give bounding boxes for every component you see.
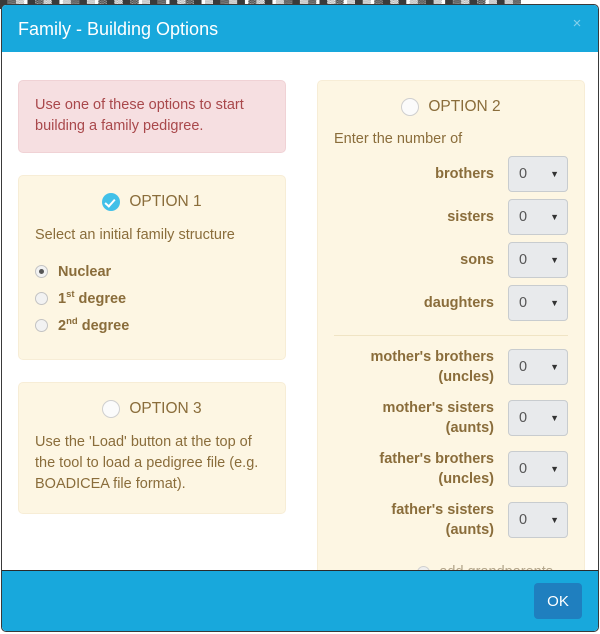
select-sons[interactable]: 0 ▼ [508,242,568,278]
family-structure-radio-group: Nuclear 1st degree 2nd degree [35,258,269,339]
label-daughters: daughters [423,295,494,311]
dialog-footer: OK [2,570,598,631]
dialog-body: Use one of these options to start buildi… [2,52,598,595]
option1-label: OPTION 1 [129,193,202,210]
field-row-sons: sons 0 ▼ [334,242,568,278]
select-sisters[interactable]: 0 ▼ [508,199,568,235]
select-fathers-sisters[interactable]: 0 ▼ [508,502,568,538]
chevron-down-icon: ▼ [550,463,559,474]
option3-header: OPTION 3 [35,399,269,419]
option2-header: OPTION 2 [334,97,568,117]
chevron-down-icon: ▼ [550,412,559,423]
empty-circle-icon[interactable] [102,400,121,418]
chevron-down-icon: ▼ [550,297,559,308]
info-alert: Use one of these options to start buildi… [18,80,286,153]
field-row-brothers: brothers 0 ▼ [334,156,568,192]
field-row-fathers-sisters: father's sisters (aunts) 0 ▼ [334,500,568,540]
field-row-mothers-brothers: mother's brothers (uncles) 0 ▼ [334,347,568,387]
select-value-daughters: 0 [519,295,528,311]
radio-label-nuclear: Nuclear [58,263,112,280]
empty-circle-icon[interactable] [401,98,420,116]
radio-label-first-degree: 1st degree [58,288,127,307]
radio-option-second-degree[interactable]: 2nd degree [35,312,269,339]
select-value-sisters: 0 [519,209,528,225]
radio-indicator-nuclear[interactable] [35,265,48,278]
select-brothers[interactable]: 0 ▼ [508,156,568,192]
right-column: OPTION 2 Enter the number of brothers 0 … [317,80,585,595]
field-row-daughters: daughters 0 ▼ [334,285,568,321]
chevron-down-icon: ▼ [550,254,559,265]
select-value-fathers-sisters: 0 [519,512,528,528]
field-row-sisters: sisters 0 ▼ [334,199,568,235]
chevron-down-icon: ▼ [550,168,559,179]
select-value-brothers: 0 [519,166,528,182]
radio-label-second-degree: 2nd degree [58,315,130,334]
option2-description: Enter the number of [334,131,463,147]
option2-panel[interactable]: OPTION 2 Enter the number of brothers 0 … [317,80,585,595]
chevron-down-icon: ▼ [550,211,559,222]
dialog-title: Family - Building Options [18,19,219,39]
select-daughters[interactable]: 0 ▼ [508,285,568,321]
field-row-mothers-sisters: mother's sisters (aunts) 0 ▼ [334,398,568,438]
radio-option-nuclear[interactable]: Nuclear [35,258,269,285]
option2-label: OPTION 2 [428,98,501,115]
left-column: Use one of these options to start buildi… [18,80,286,514]
field-row-fathers-brothers: father's brothers (uncles) 0 ▼ [334,449,568,489]
family-building-options-dialog: Family - Building Options × Use one of t… [1,4,599,632]
ok-button[interactable]: OK [534,583,582,619]
select-value-sons: 0 [519,252,528,268]
close-icon[interactable]: × [569,16,585,32]
option3-panel[interactable]: OPTION 3 Use the 'Load' button at the to… [18,382,286,514]
select-value-fathers-brothers: 0 [519,461,528,477]
option1-header: OPTION 1 [35,192,269,212]
check-badge-icon[interactable] [102,193,121,211]
chevron-down-icon: ▼ [550,361,559,372]
label-sons: sons [460,252,494,268]
radio-indicator-first-degree[interactable] [35,292,48,305]
select-value-mothers-sisters: 0 [519,410,528,426]
dialog-header: Family - Building Options × [2,5,598,52]
select-fathers-brothers[interactable]: 0 ▼ [508,451,568,487]
chevron-down-icon: ▼ [550,514,559,525]
section-divider [334,335,568,336]
label-mothers-brothers: mother's brothers (uncles) [370,349,495,385]
option1-panel[interactable]: OPTION 1 Select an initial family struct… [18,175,286,360]
select-mothers-brothers[interactable]: 0 ▼ [508,349,568,385]
label-fathers-sisters: father's sisters (aunts) [391,502,494,538]
label-sisters: sisters [447,209,494,225]
radio-indicator-second-degree[interactable] [35,319,48,332]
option3-label: OPTION 3 [129,400,202,417]
label-mothers-sisters: mother's sisters (aunts) [382,400,494,436]
option3-description: Use the 'Load' button at the top of the … [35,434,259,492]
select-value-mothers-brothers: 0 [519,359,528,375]
option1-description: Select an initial family structure [35,227,235,243]
radio-option-first-degree[interactable]: 1st degree [35,285,269,312]
label-fathers-brothers: father's brothers (uncles) [379,451,494,487]
label-brothers: brothers [435,166,494,182]
select-mothers-sisters[interactable]: 0 ▼ [508,400,568,436]
